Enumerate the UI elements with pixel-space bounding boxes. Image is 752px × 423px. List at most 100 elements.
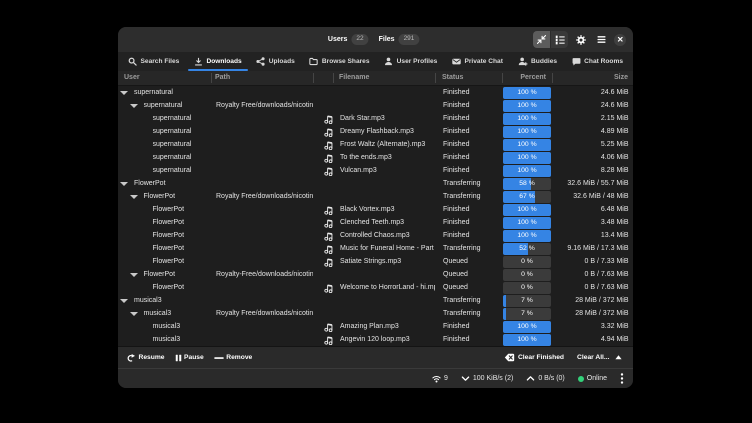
- tab-user-profiles[interactable]: User Profiles: [379, 52, 442, 71]
- progress-bar: 100 %: [503, 87, 551, 99]
- expander-arrow-icon[interactable]: [130, 104, 138, 108]
- cell-user: FlowerPot: [144, 268, 176, 281]
- column-separator[interactable]: [333, 73, 334, 83]
- collapse-view-button[interactable]: [533, 31, 550, 48]
- pan-up-icon: [614, 353, 623, 362]
- cell-user: FlowerPot: [153, 255, 185, 268]
- remove-button[interactable]: Remove: [214, 353, 253, 363]
- expander-arrow-icon[interactable]: [120, 182, 128, 186]
- table-row[interactable]: supernaturalTo the ends.mp3Finished100 %…: [118, 151, 633, 164]
- cell-percent: 100 %: [503, 113, 551, 125]
- preferences-button[interactable]: [574, 33, 588, 47]
- remove-label: Remove: [226, 354, 252, 361]
- resume-button[interactable]: Resume: [126, 353, 165, 363]
- column-separator[interactable]: [435, 73, 436, 83]
- expander-arrow-icon[interactable]: [130, 273, 138, 277]
- table-row[interactable]: FlowerPotClenched Teeth.mp3Finished100 %…: [118, 216, 633, 229]
- cell-user: supernatural: [153, 151, 192, 164]
- tab-uploads[interactable]: Uploads: [251, 52, 300, 71]
- cell-size: 5.25 MiB: [552, 138, 629, 151]
- clear-finished-label: Clear Finished: [518, 354, 564, 361]
- table-row[interactable]: musical3Transferring7 %28 MiB / 372 MiB: [118, 294, 633, 307]
- online-status[interactable]: Online: [578, 375, 607, 382]
- expander-arrow-icon[interactable]: [130, 312, 138, 316]
- table-row[interactable]: FlowerPotBlack Vortex.mp3Finished100 %6.…: [118, 203, 633, 216]
- column-header-percent[interactable]: Percent: [503, 71, 546, 85]
- close-icon: [617, 36, 624, 43]
- column-header-size[interactable]: Size: [552, 71, 628, 85]
- table-row[interactable]: FlowerPotTransferring58 %32.6 MiB / 55.7…: [118, 177, 633, 190]
- progress-bar: 100 %: [503, 152, 551, 164]
- table-row[interactable]: FlowerPotWelcome to HorrorLand - hi.mp3Q…: [118, 281, 633, 294]
- tab-private-chat[interactable]: Private Chat: [447, 52, 508, 71]
- cell-status: Queued: [443, 268, 503, 281]
- tab-downloads[interactable]: Downloads: [189, 52, 247, 71]
- statusbar-menu[interactable]: [620, 373, 624, 384]
- kebab-menu-icon: [620, 373, 624, 384]
- expander-arrow-icon[interactable]: [120, 91, 128, 95]
- pause-button[interactable]: Pause: [175, 354, 204, 362]
- music-note-icon: [324, 335, 333, 346]
- tab-buddies[interactable]: Buddies: [513, 52, 563, 71]
- progress-bar: 100 %: [503, 165, 551, 177]
- table-header[interactable]: User Path Filename Status Percent Size: [118, 71, 633, 86]
- table-row[interactable]: supernaturalDreamy Flashback.mp3Finished…: [118, 125, 633, 138]
- remove-icon: [214, 353, 224, 363]
- cell-status: Finished: [443, 320, 503, 333]
- cell-user: supernatural: [153, 138, 192, 151]
- cell-percent: 100 %: [503, 165, 551, 177]
- table-row[interactable]: musical3Angevin 120 loop.mp3Finished100 …: [118, 333, 633, 346]
- connections-indicator[interactable]: 9: [432, 375, 448, 383]
- progress-bar: 100 %: [503, 321, 551, 333]
- cell-filename: Black Vortex.mp3: [340, 203, 435, 216]
- table-row[interactable]: FlowerPotRoyalty Free/downloads/nicotine…: [118, 190, 633, 203]
- tab-chat-rooms[interactable]: Chat Rooms: [567, 52, 628, 71]
- wifi-icon: [432, 375, 441, 383]
- table-row[interactable]: supernaturalDark Star.mp3Finished100 %2.…: [118, 112, 633, 125]
- table-row[interactable]: FlowerPotMusic for Funeral Home - Part T…: [118, 242, 633, 255]
- users-label: Users: [328, 36, 347, 43]
- action-bar: Resume Pause Remove: [118, 346, 633, 368]
- table-row[interactable]: supernaturalVulcan.mp3Finished100 %8.28 …: [118, 164, 633, 177]
- desktop-background: Users 22 Files 291: [0, 0, 752, 423]
- table-row[interactable]: supernaturalFinished100 %24.6 MiB: [118, 86, 633, 99]
- column-header-status[interactable]: Status: [442, 71, 463, 85]
- table-row[interactable]: musical3Amazing Plan.mp3Finished100 %3.3…: [118, 320, 633, 333]
- cell-user: FlowerPot: [153, 242, 185, 255]
- column-header-user[interactable]: User: [124, 71, 140, 85]
- main-menu-button[interactable]: [594, 33, 608, 47]
- cell-user: musical3: [134, 294, 162, 307]
- table-row[interactable]: supernaturalRoyalty Free/downloads/nicot…: [118, 99, 633, 112]
- column-header-filename[interactable]: Filename: [339, 71, 369, 85]
- expander-arrow-icon[interactable]: [130, 195, 138, 199]
- column-separator[interactable]: [502, 73, 503, 83]
- collapse-icon: [537, 35, 546, 44]
- cell-filename: Angevin 120 loop.mp3: [340, 333, 435, 346]
- cell-percent: 0 %: [503, 269, 551, 281]
- column-separator[interactable]: [552, 73, 553, 83]
- close-window-button[interactable]: [614, 34, 626, 46]
- cell-filename: Dark Star.mp3: [340, 112, 435, 125]
- tab-browse-shares[interactable]: Browse Shares: [304, 52, 374, 71]
- expander-arrow-icon[interactable]: [120, 299, 128, 303]
- table-row[interactable]: supernaturalFrost Waltz (Alternate).mp3F…: [118, 138, 633, 151]
- headerbar[interactable]: Users 22 Files 291: [118, 27, 633, 52]
- task-list-icon: [555, 35, 565, 45]
- clear-all-button[interactable]: Clear All...: [577, 353, 623, 362]
- expand-view-button[interactable]: [550, 31, 568, 48]
- download-speed-indicator[interactable]: 100 KiB/s (2): [461, 374, 513, 383]
- tab-search-files[interactable]: Search Files: [123, 52, 184, 71]
- column-separator[interactable]: [313, 73, 314, 83]
- column-header-path[interactable]: Path: [215, 71, 230, 85]
- upload-speed: 0 B/s (0): [538, 375, 564, 382]
- upload-speed-indicator[interactable]: 0 B/s (0): [526, 374, 564, 383]
- cell-size: 4.89 MiB: [552, 125, 629, 138]
- table-row[interactable]: FlowerPotRoyalty-Free/downloads/nicotine…: [118, 268, 633, 281]
- table-row[interactable]: musical3Royalty Free/downloads/nicotineT…: [118, 307, 633, 320]
- table-row[interactable]: FlowerPotSatiate Strings.mp3Queued0 %0 B…: [118, 255, 633, 268]
- clear-finished-button[interactable]: Clear Finished: [504, 352, 564, 363]
- column-separator[interactable]: [211, 73, 212, 83]
- cell-user: musical3: [144, 307, 172, 320]
- resume-icon: [126, 353, 136, 363]
- table-row[interactable]: FlowerPotControlled Chaos.mp3Finished100…: [118, 229, 633, 242]
